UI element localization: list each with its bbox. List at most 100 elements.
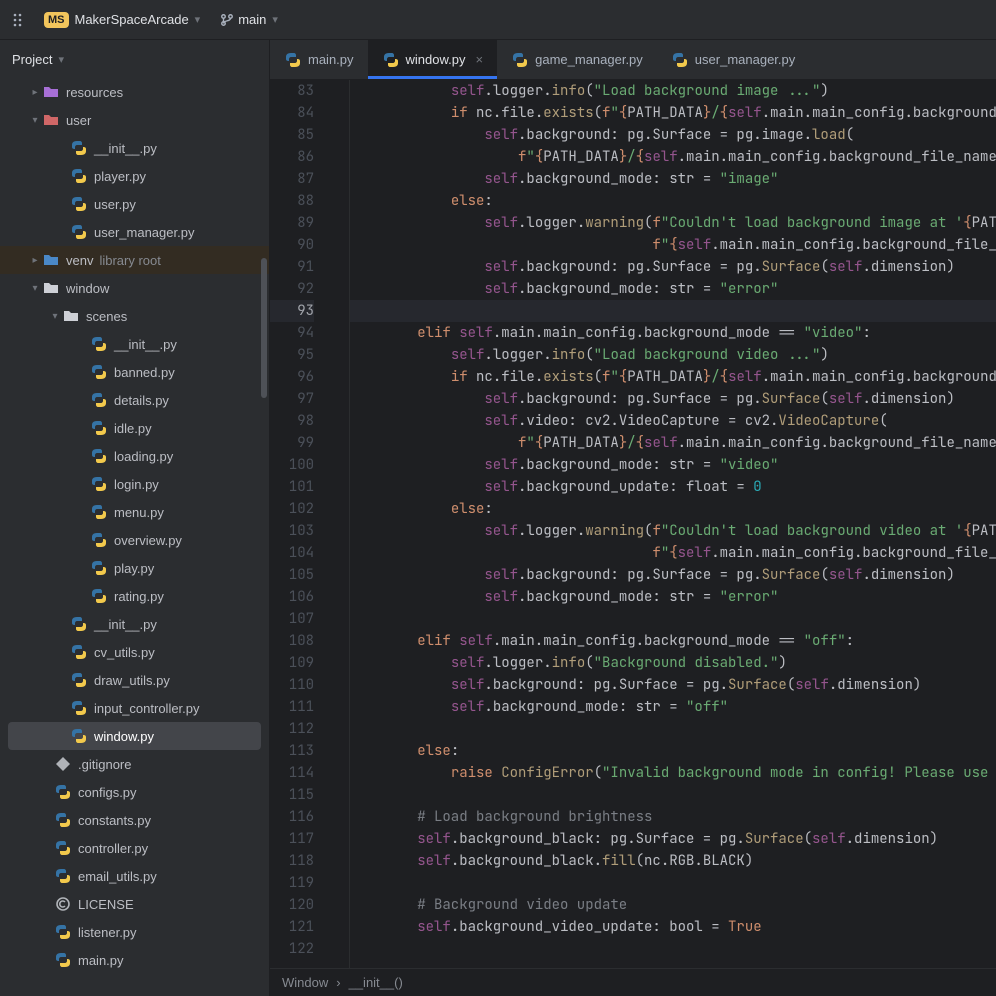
code-line[interactable]: self.background_mode: str = "off" xyxy=(350,696,996,718)
code-line[interactable]: self.video: cv2.VideoCapture = cv2.Video… xyxy=(350,410,996,432)
code-line[interactable]: self.background_mode: str = "image" xyxy=(350,168,996,190)
editor-tab[interactable]: main.py xyxy=(270,40,368,79)
code-line[interactable]: f"{self.main.main_config.background_file… xyxy=(350,542,996,564)
chevron-down-icon[interactable]: ▾ xyxy=(195,13,201,26)
tree-item[interactable]: venvlibrary root xyxy=(0,246,269,274)
tree-arrow-icon[interactable] xyxy=(28,115,42,126)
editor-body[interactable]: 8384858687888990919293949596979899100101… xyxy=(270,80,996,968)
tree-item[interactable]: details.py xyxy=(0,386,269,414)
editor-tab[interactable]: user_manager.py xyxy=(657,40,809,79)
code-line[interactable]: self.background_mode: str = "error" xyxy=(350,586,996,608)
code-line[interactable]: if nc.file.exists(f"{PATH_DATA}/{self.ma… xyxy=(350,102,996,124)
code-line[interactable]: self.logger.info("Background disabled.") xyxy=(350,652,996,674)
tree-arrow-icon[interactable] xyxy=(28,283,42,294)
code-line[interactable]: elif self.main.main_config.background_mo… xyxy=(350,630,996,652)
breadcrumb-part[interactable]: __init__() xyxy=(349,975,403,990)
code-line[interactable] xyxy=(350,608,996,630)
chevron-down-icon[interactable]: ▾ xyxy=(272,13,278,26)
tree-arrow-icon[interactable] xyxy=(28,87,42,98)
tree-item[interactable]: user.py xyxy=(0,190,269,218)
project-name[interactable]: MakerSpaceArcade xyxy=(75,12,189,27)
tree-item[interactable]: configs.py xyxy=(0,778,269,806)
breadcrumb[interactable]: Window › __init__() xyxy=(270,968,996,996)
chevron-down-icon[interactable]: ▾ xyxy=(58,53,64,66)
tree-item[interactable]: window xyxy=(0,274,269,302)
code-line[interactable]: if nc.file.exists(f"{PATH_DATA}/{self.ma… xyxy=(350,366,996,388)
code-line[interactable]: self.logger.warning(f"Couldn't load back… xyxy=(350,520,996,542)
branch-name[interactable]: main xyxy=(238,12,266,27)
code-line[interactable]: else: xyxy=(350,190,996,212)
code-line[interactable] xyxy=(350,718,996,740)
tree-item[interactable]: input_controller.py xyxy=(0,694,269,722)
tree-item[interactable]: main.py xyxy=(0,946,269,974)
tree-arrow-icon[interactable] xyxy=(48,311,62,322)
code-line[interactable]: self.background: pg.Surface = pg.Surface… xyxy=(350,564,996,586)
tree-item[interactable]: __init__.py xyxy=(0,134,269,162)
tree-item[interactable]: listener.py xyxy=(0,918,269,946)
code-line[interactable]: self.background_update: float = 0 xyxy=(350,476,996,498)
editor-tab[interactable]: game_manager.py xyxy=(497,40,657,79)
code-line[interactable]: self.background_mode: str = "error" xyxy=(350,278,996,300)
tree-item[interactable]: constants.py xyxy=(0,806,269,834)
code-line[interactable]: self.background_video_update: bool = Tru… xyxy=(350,916,996,938)
tree-item-trailing: library root xyxy=(99,253,160,268)
tree-item[interactable]: user_manager.py xyxy=(0,218,269,246)
code-line[interactable]: self.background_black: pg.Surface = pg.S… xyxy=(350,828,996,850)
tree-item[interactable]: .gitignore xyxy=(0,750,269,778)
line-number: 93 xyxy=(270,300,314,322)
tree-item[interactable]: cv_utils.py xyxy=(0,638,269,666)
code-line[interactable]: raise ConfigError("Invalid background mo… xyxy=(350,762,996,784)
code-line[interactable]: self.background_mode: str = "video" xyxy=(350,454,996,476)
code-line[interactable]: f"{self.main.main_config.background_file… xyxy=(350,234,996,256)
code-line[interactable]: self.background: pg.Surface = pg.Surface… xyxy=(350,388,996,410)
tree-item[interactable]: play.py xyxy=(0,554,269,582)
code-view[interactable]: self.logger.info("Load background image … xyxy=(350,80,996,968)
tree-item[interactable]: controller.py xyxy=(0,834,269,862)
code-line[interactable]: # Background video update xyxy=(350,894,996,916)
tree-item[interactable]: LICENSE xyxy=(0,890,269,918)
code-line[interactable] xyxy=(350,938,996,960)
sidebar-header[interactable]: Project ▾ xyxy=(0,40,269,78)
project-tree[interactable]: resourcesuser__init__.pyplayer.pyuser.py… xyxy=(0,78,269,996)
code-line[interactable]: self.background: pg.Surface = pg.Surface… xyxy=(350,256,996,278)
code-line[interactable]: self.background_black.fill(nc.RGB.BLACK) xyxy=(350,850,996,872)
tree-item[interactable]: user xyxy=(0,106,269,134)
code-line[interactable] xyxy=(350,784,996,806)
tree-item[interactable]: player.py xyxy=(0,162,269,190)
tree-item[interactable]: menu.py xyxy=(0,498,269,526)
code-line[interactable]: f"{PATH_DATA}/{self.main.main_config.bac… xyxy=(350,146,996,168)
main-menu-icon[interactable] xyxy=(8,8,32,32)
code-line[interactable]: self.background: pg.Surface = pg.Surface… xyxy=(350,674,996,696)
tree-item-label: scenes xyxy=(86,309,127,324)
tree-item[interactable]: banned.py xyxy=(0,358,269,386)
code-line[interactable]: f"{PATH_DATA}/{self.main.main_config.bac… xyxy=(350,432,996,454)
file-icon xyxy=(90,363,108,381)
code-line[interactable]: elif self.main.main_config.background_mo… xyxy=(350,322,996,344)
breadcrumb-part[interactable]: Window xyxy=(282,975,328,990)
tree-item[interactable]: idle.py xyxy=(0,414,269,442)
code-line[interactable]: self.background: pg.Surface = pg.image.l… xyxy=(350,124,996,146)
tree-item[interactable]: window.py xyxy=(8,722,261,750)
tree-arrow-icon[interactable] xyxy=(28,255,42,266)
code-line[interactable]: # Load background brightness xyxy=(350,806,996,828)
code-line[interactable]: else: xyxy=(350,740,996,762)
tree-item[interactable]: draw_utils.py xyxy=(0,666,269,694)
tree-item[interactable]: loading.py xyxy=(0,442,269,470)
tree-item[interactable]: login.py xyxy=(0,470,269,498)
code-line[interactable] xyxy=(350,872,996,894)
code-line[interactable]: self.logger.info("Load background image … xyxy=(350,80,996,102)
tree-item[interactable]: email_utils.py xyxy=(0,862,269,890)
tree-item[interactable]: scenes xyxy=(0,302,269,330)
code-line[interactable] xyxy=(350,300,996,322)
code-line[interactable]: self.logger.warning(f"Couldn't load back… xyxy=(350,212,996,234)
tree-item[interactable]: resources xyxy=(0,78,269,106)
close-icon[interactable]: × xyxy=(476,52,484,67)
tree-item[interactable]: overview.py xyxy=(0,526,269,554)
code-line[interactable]: else: xyxy=(350,498,996,520)
scrollbar-thumb[interactable] xyxy=(261,258,267,398)
code-line[interactable]: self.logger.info("Load background video … xyxy=(350,344,996,366)
tree-item[interactable]: rating.py xyxy=(0,582,269,610)
tree-item[interactable]: __init__.py xyxy=(0,330,269,358)
editor-tab[interactable]: window.py× xyxy=(368,40,498,79)
tree-item[interactable]: __init__.py xyxy=(0,610,269,638)
